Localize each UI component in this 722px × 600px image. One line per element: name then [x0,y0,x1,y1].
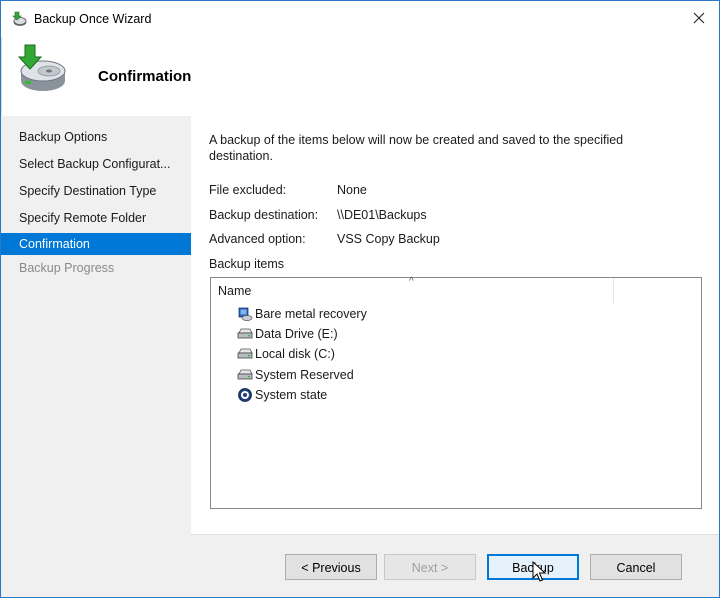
backup-items-list[interactable]: ^ Name Bare metal recovery Data Drive (E… [210,276,702,509]
intro-text: A backup of the items below will now be … [209,133,624,163]
list-item-label: Local disk (C:) [255,347,335,361]
list-item-label: System state [255,388,328,402]
backup-destination-value: \\DE01\Backups [337,208,427,222]
sidebar-item-label: Select Backup Configurat... [19,157,171,171]
sidebar-item-specify-remote-folder[interactable]: Specify Remote Folder [1,207,191,229]
sidebar-item-label: Specify Remote Folder [19,211,147,225]
column-separator[interactable] [613,278,614,303]
sidebar-item-confirmation[interactable]: Confirmation [1,233,191,255]
list-item[interactable]: Data Drive (E:) [236,324,338,344]
previous-button[interactable]: < Previous [285,554,377,580]
page-title: Confirmation [98,68,192,85]
file-excluded-label: File excluded: [209,183,287,197]
window-title: Backup Once Wizard [34,12,152,26]
list-item-label: System Reserved [255,368,354,382]
next-button: Next > [384,554,476,580]
advanced-option-value: VSS Copy Backup [337,232,440,246]
sidebar-item-specify-destination-type[interactable]: Specify Destination Type [1,180,191,202]
bare-metal-icon [236,306,254,322]
list-header: ^ Name [211,276,701,304]
close-button[interactable] [685,7,713,31]
wizard-footer: < Previous Next > Backup Cancel [191,534,719,597]
wizard-window: Backup Once Wizard Confirmation Backup O… [0,0,720,598]
wizard-content: A backup of the items below will now be … [191,116,719,534]
sidebar-item-label: Confirmation [19,237,90,251]
sort-ascending-icon: ^ [409,276,414,287]
file-excluded-value: None [337,183,367,197]
wizard-header: Confirmation [1,37,719,116]
backup-destination-label: Backup destination: [209,208,319,222]
sidebar-item-label: Specify Destination Type [19,184,157,198]
drive-icon [236,326,254,342]
list-item-label: Data Drive (E:) [255,327,338,341]
cancel-button[interactable]: Cancel [590,554,682,580]
list-item-label: Bare metal recovery [255,307,367,321]
sidebar-item-select-backup-configuration[interactable]: Select Backup Configurat... [1,153,191,175]
backup-disk-icon [13,41,69,97]
sidebar-item-backup-progress: Backup Progress [1,257,191,279]
drive-icon [236,367,254,383]
list-item[interactable]: Local disk (C:) [236,344,335,364]
system-state-icon [236,387,254,403]
wizard-sidebar: Backup Options Select Backup Configurat.… [1,116,191,597]
advanced-option-label: Advanced option: [209,232,306,246]
column-header-name[interactable]: Name [218,284,251,298]
sidebar-item-label: Backup Options [19,130,108,144]
list-item[interactable]: System Reserved [236,365,354,385]
title-bar: Backup Once Wizard [1,1,719,37]
close-icon [693,12,705,27]
sidebar-item-backup-options[interactable]: Backup Options [1,126,191,148]
backup-button[interactable]: Backup [487,554,579,580]
drive-icon [236,346,254,362]
sidebar-item-label: Backup Progress [19,261,115,275]
backup-app-icon [11,11,27,27]
list-item[interactable]: Bare metal recovery [236,304,367,324]
backup-items-label: Backup items [209,257,285,271]
list-item[interactable]: System state [236,385,327,405]
